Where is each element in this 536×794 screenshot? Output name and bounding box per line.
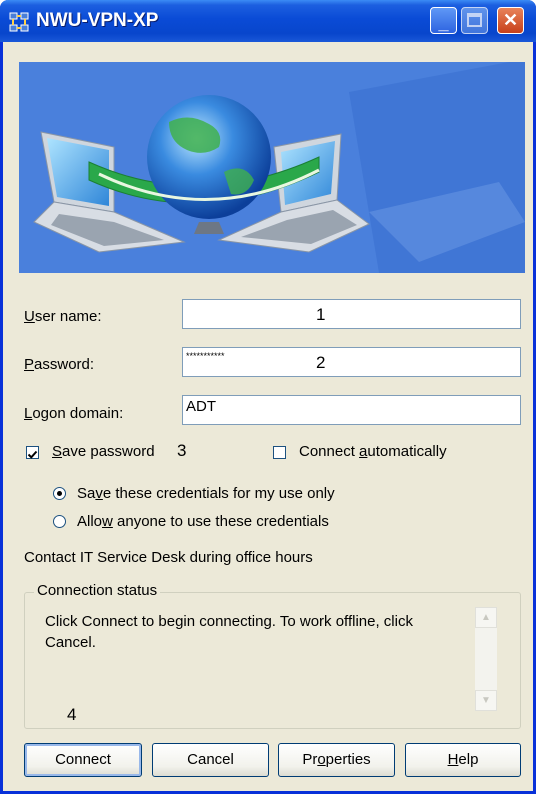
password-label-text: assword: (34, 356, 95, 373)
maximize-button (461, 7, 488, 34)
annotation-4: 4 (67, 705, 77, 724)
password-label-mnemonic: P (24, 356, 35, 373)
cred-me-text-1: Sa (77, 485, 96, 502)
cred-any-text-1: Allo (77, 513, 103, 530)
title-bar[interactable]: NWU-VPN-XP _ ✕ (0, 0, 536, 42)
connect-auto-text-1: Connect (299, 443, 360, 460)
connect-button-label: Connect (55, 751, 111, 768)
connection-status-title: Connection status (34, 582, 161, 599)
properties-mnemonic: o (317, 751, 326, 768)
contact-info-text: Contact IT Service Desk during office ho… (24, 549, 313, 566)
properties-text-2: perties (325, 751, 371, 768)
properties-text-1: Pr (302, 751, 318, 768)
scroll-down-button[interactable]: ▼ (475, 690, 497, 711)
cancel-button-label: Cancel (187, 751, 234, 768)
status-message-line-2: Cancel. (45, 634, 96, 651)
help-button[interactable]: Help (405, 743, 521, 777)
logon-domain-label: Logon domain: (24, 405, 123, 422)
username-label: User name: (24, 308, 102, 325)
save-password-text: ave password (62, 443, 155, 460)
checkmark-icon (27, 450, 38, 459)
connect-auto-text-2: utomatically (367, 443, 447, 460)
connect-automatically-checkbox[interactable] (273, 446, 286, 459)
properties-button[interactable]: Properties (278, 743, 395, 777)
connect-button[interactable]: Connect (24, 743, 142, 777)
close-icon: ✕ (502, 10, 519, 30)
logon-domain-field[interactable]: ADT (182, 395, 521, 425)
username-field[interactable] (182, 299, 521, 329)
credentials-my-use-label[interactable]: Save these credentials for my use only (77, 485, 335, 502)
cred-any-mnemonic: w (102, 513, 113, 530)
annotation-1: 1 (316, 305, 326, 324)
annotation-2: 2 (316, 353, 326, 372)
network-globe-laptops-icon (19, 62, 525, 273)
domain-label-text: ogon domain: (32, 405, 124, 422)
save-password-checkbox[interactable] (26, 446, 39, 459)
username-label-mnemonic: U (24, 308, 35, 325)
vpn-banner (19, 62, 525, 273)
password-field[interactable]: *********** (182, 347, 521, 377)
window-title: NWU-VPN-XP (36, 10, 159, 31)
connect-automatically-label[interactable]: Connect automatically (299, 443, 447, 460)
password-value: *********** (186, 351, 225, 361)
close-button[interactable]: ✕ (497, 7, 524, 34)
password-label: Password: (24, 356, 94, 373)
minimize-icon: _ (438, 13, 449, 33)
help-mnemonic: H (447, 751, 459, 768)
cred-me-text-2: e these credentials for my use only (102, 485, 335, 502)
scroll-up-button[interactable]: ▲ (475, 607, 497, 628)
status-scrollbar[interactable]: ▲ ▼ (475, 607, 497, 711)
network-connection-icon (9, 12, 29, 32)
logon-domain-value: ADT (186, 398, 216, 415)
status-message-line-1: Click Connect to begin connecting. To wo… (45, 613, 413, 630)
help-text: elp (458, 751, 479, 768)
save-password-mnemonic: S (52, 443, 63, 460)
maximize-icon (462, 8, 487, 33)
cancel-button[interactable]: Cancel (152, 743, 269, 777)
cred-any-text-2: anyone to use these credentials (112, 513, 329, 530)
credentials-my-use-radio[interactable] (53, 487, 66, 500)
minimize-button[interactable]: _ (430, 7, 457, 34)
save-password-label[interactable]: Save password (52, 443, 155, 460)
scroll-up-icon: ▲ (481, 612, 491, 623)
credentials-anyone-radio[interactable] (53, 515, 66, 528)
cred-me-mnemonic: v (95, 485, 103, 502)
scroll-down-icon: ▼ (481, 695, 491, 706)
annotation-3: 3 (177, 441, 187, 460)
username-label-text: ser name: (34, 308, 102, 325)
credentials-anyone-label[interactable]: Allow anyone to use these credentials (77, 513, 329, 530)
